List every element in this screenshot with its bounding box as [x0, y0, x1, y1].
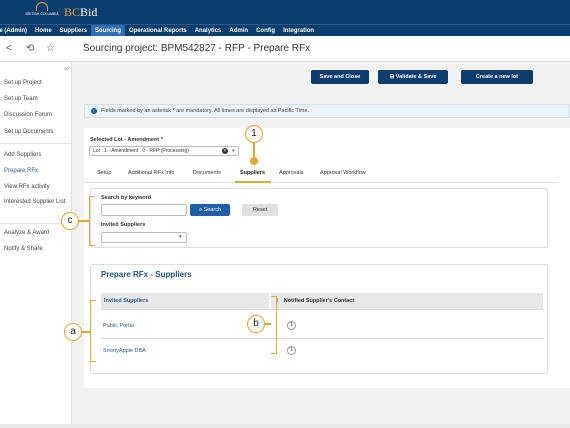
- main-nav: me (Admin) Home Suppliers Sourcing Opera…: [0, 24, 570, 37]
- column-header-notified-contact[interactable]: ⇕ Notified Supplier's Contact: [271, 293, 543, 309]
- clear-icon[interactable]: ×: [222, 148, 228, 154]
- callout-a: a: [64, 323, 82, 341]
- sidebar-item-notify-share[interactable]: Notify & Share: [4, 246, 70, 253]
- collapse-sidebar-icon[interactable]: «: [64, 64, 68, 73]
- info-icon: i: [91, 107, 97, 114]
- selected-lot-label: Selected Lot - Amendment *: [90, 137, 163, 143]
- page-title: Sourcing project: BPM542827 - RFP - Prep…: [83, 43, 311, 54]
- save-and-close-button[interactable]: Save and Close: [311, 70, 369, 84]
- tab-approval-workflow[interactable]: Approval Workflow: [320, 170, 366, 176]
- tab-divider: [84, 182, 558, 183]
- sidebar-item-prepare-rfx[interactable]: Prepare RFx: [4, 168, 70, 175]
- callout-a-leader: [82, 331, 90, 333]
- contact-count-badge[interactable]: 1: [287, 321, 296, 330]
- search-keyword-label: Search by keyword: [101, 195, 152, 201]
- supplier-link-snortyapple[interactable]: SnortyApple DBA: [103, 348, 146, 354]
- row-divider: [101, 338, 543, 339]
- nav-admin[interactable]: Admin: [225, 25, 252, 37]
- nav-sourcing[interactable]: Sourcing: [91, 24, 126, 37]
- row-divider: [101, 309, 543, 310]
- lot-select[interactable]: Lot : 1 - Amendment : 0 - RFP (Processin…: [89, 146, 239, 156]
- bc-crest-icon: BRITISH COLUMBIA: [22, 1, 62, 23]
- tab-additional-rfx-info[interactable]: Additional RFx Info: [128, 170, 174, 176]
- callout-b-bracket: [271, 296, 277, 354]
- lot-select-value: Lot : 1 - Amendment : 0 - RFP (Processin…: [93, 148, 189, 154]
- reset-button[interactable]: Reset: [242, 204, 278, 216]
- callout-1-dot: [250, 157, 258, 165]
- sidebar-item-discussion-forum[interactable]: Discussion Forum: [4, 112, 70, 119]
- callout-b: b: [247, 315, 265, 333]
- history-icon[interactable]: ⟲: [26, 43, 34, 54]
- tab-suppliers[interactable]: Suppliers: [240, 170, 265, 176]
- bottom-scrollbar[interactable]: [0, 424, 570, 428]
- callout-a-bracket: [90, 300, 96, 362]
- callout-c: c: [61, 212, 79, 230]
- validate-save-label: Validate & Save: [395, 74, 437, 80]
- sidebar-item-view-rfx-activity[interactable]: View RFx activity: [4, 184, 70, 191]
- project-sidebar: « Set up Project Set up Team Discussion …: [0, 62, 72, 428]
- callout-c-bracket: [89, 196, 95, 246]
- tab-approvals[interactable]: Approvals: [279, 170, 303, 176]
- create-new-lot-button[interactable]: Create a new lot: [461, 70, 533, 84]
- back-icon[interactable]: <: [6, 43, 12, 54]
- search-button[interactable]: ⌕ Search: [190, 204, 230, 216]
- sidebar-item-analyze-award[interactable]: Analyze & Award: [4, 230, 70, 237]
- invited-suppliers-filter-label: Invited Suppliers: [101, 222, 146, 228]
- supplier-link-public-portal[interactable]: Public Portal: [103, 323, 134, 329]
- nav-suppliers[interactable]: Suppliers: [56, 25, 91, 37]
- app-header: BRITISH COLUMBIA BCBid: [0, 0, 570, 24]
- search-keyword-input[interactable]: [101, 204, 187, 216]
- nav-config[interactable]: Config: [252, 25, 279, 37]
- info-banner-text: Fields marked by an asterisk * are manda…: [101, 108, 310, 114]
- nav-user[interactable]: me (Admin): [0, 25, 31, 37]
- nav-home[interactable]: Home: [31, 25, 56, 37]
- page-toolbar: < ⟲ ☆ Sourcing project: BPM542827 - RFP …: [0, 36, 570, 62]
- tab-setup[interactable]: Setup: [97, 170, 111, 176]
- sidebar-item-add-suppliers[interactable]: Add Suppliers: [4, 152, 70, 159]
- nav-operational-reports[interactable]: Operational Reports: [125, 25, 191, 37]
- tab-documents[interactable]: Documents: [193, 170, 221, 176]
- sidebar-item-interested-supplier-list[interactable]: Interested Supplier List: [4, 199, 70, 206]
- star-icon[interactable]: ☆: [46, 43, 55, 54]
- active-tab-indicator: [235, 181, 271, 183]
- bcbid-wordmark: BCBid: [64, 4, 98, 19]
- chevron-down-icon[interactable]: ▾: [232, 147, 235, 155]
- sidebar-divider: [0, 143, 72, 144]
- column-header-notified-contact-label: Notified Supplier's Contact: [283, 298, 355, 304]
- callout-c-leader: [79, 220, 89, 222]
- search-button-label: Search: [203, 207, 222, 213]
- chevron-down-icon: ▾: [179, 234, 182, 240]
- suppliers-panel-title: Prepare RFx - Suppliers: [101, 270, 192, 279]
- info-banner: i Fields marked by an asterisk * are mand…: [84, 104, 570, 118]
- sidebar-item-set-up-project[interactable]: Set up Project: [4, 80, 70, 87]
- callout-1: 1: [245, 125, 263, 143]
- nav-integration[interactable]: Integration: [279, 25, 318, 37]
- sidebar-item-set-up-team[interactable]: Set up Team: [4, 96, 70, 103]
- sidebar-item-set-up-documents[interactable]: Set up Documents: [4, 129, 70, 136]
- suppliers-panel: [90, 264, 548, 374]
- nav-analytics[interactable]: Analytics: [191, 25, 226, 37]
- bcbid-logo[interactable]: BRITISH COLUMBIA BCBid: [22, 1, 97, 23]
- validate-save-button[interactable]: ⊟ Validate & Save: [378, 70, 448, 84]
- column-header-invited-suppliers[interactable]: Invited Suppliers: [101, 293, 269, 309]
- invited-suppliers-select[interactable]: ▾: [101, 232, 187, 243]
- contact-count-badge[interactable]: 1: [287, 346, 296, 355]
